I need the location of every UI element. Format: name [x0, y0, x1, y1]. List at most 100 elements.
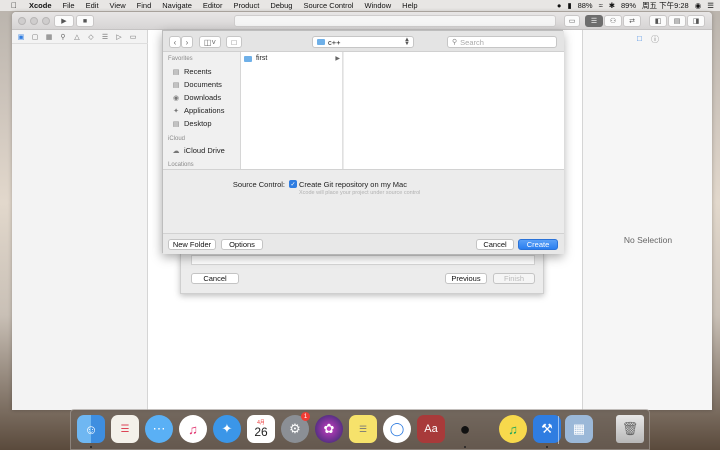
sidebar-item-documents[interactable]: ▤ Documents	[171, 79, 222, 90]
status-item-icon[interactable]: ●	[557, 1, 562, 10]
toggle-inspector-button[interactable]: ◨	[687, 15, 705, 27]
symbol-navigator-icon[interactable]: ▦	[44, 32, 54, 42]
finder-icon[interactable]: ☺	[77, 415, 105, 443]
sidebar-item-recents[interactable]: ▤ Recents	[171, 66, 212, 77]
dock: ☺ ☰ ⋯ ♫ ✦ 4月 26 ⚙ 1 ✿ ☰ ◯ Aa ● ♫ ⚒ ▦ 🗑	[70, 409, 650, 450]
wifi-icon[interactable]: ≈	[599, 1, 603, 10]
run-button[interactable]: ▶	[54, 15, 74, 27]
sidebar-item-icloud-drive[interactable]: ☁ iCloud Drive	[171, 145, 225, 156]
menu-app-name[interactable]: Xcode	[29, 1, 52, 10]
icloud-header: iCloud	[168, 136, 186, 142]
running-indicator	[90, 446, 92, 448]
previous-button[interactable]: Previous	[445, 273, 487, 284]
git-repository-checkbox-label[interactable]: Create Git repository on my Mac	[299, 180, 407, 189]
standard-editor-button[interactable]: ☰	[585, 15, 603, 27]
sidebar-item-applications[interactable]: ✦ Applications	[171, 105, 224, 116]
bluetooth-icon[interactable]: ✱	[609, 1, 615, 10]
new-folder-button[interactable]: New Folder	[168, 239, 216, 250]
reminders-icon[interactable]: ☰	[111, 415, 139, 443]
menu-edit[interactable]: Edit	[86, 1, 99, 10]
favorites-header: Favorites	[168, 56, 193, 62]
search-field[interactable]: ⚲ Search	[447, 36, 557, 48]
chevron-left-icon: ‹	[173, 37, 177, 47]
safari-icon[interactable]: ✦	[213, 415, 241, 443]
trash-icon[interactable]: 🗑	[616, 415, 644, 443]
music-app-icon[interactable]: ♫	[499, 415, 527, 443]
preview-icon[interactable]: ▦	[565, 415, 593, 443]
close-window-button[interactable]	[18, 17, 26, 25]
minimize-window-button[interactable]	[30, 17, 38, 25]
forward-button[interactable]: ›	[181, 36, 193, 48]
git-repository-checkbox[interactable]: ✓	[289, 180, 297, 188]
breakpoint-navigator-icon[interactable]: ▷	[114, 32, 124, 42]
menu-view[interactable]: View	[110, 1, 126, 10]
menu-navigate[interactable]: Navigate	[162, 1, 192, 10]
project-navigator-icon[interactable]: ▣	[16, 32, 26, 42]
xcode-icon[interactable]: ⚒	[533, 415, 561, 443]
menu-window[interactable]: Window	[364, 1, 391, 10]
inspector-pane: □ ⓘ No Selection	[582, 30, 712, 410]
toggle-navigator-button[interactable]: ◧	[649, 15, 667, 27]
list-item-folder[interactable]: first ▶	[244, 54, 340, 63]
menu-find[interactable]: Find	[137, 1, 152, 10]
apple-menu-icon[interactable]: 	[9, 1, 19, 10]
clock[interactable]: 周五 下午9:28	[642, 0, 689, 11]
save-options-area: Source Control: ✓ Create Git repository …	[163, 169, 564, 233]
save-panel-sidebar: Favorites ▤ Recents ▤ Documents ◉ Downlo…	[163, 52, 241, 169]
template-sheet-field	[191, 255, 535, 265]
menu-file[interactable]: File	[63, 1, 75, 10]
user-avatar-icon[interactable]: ◉	[695, 1, 702, 10]
report-navigator-icon[interactable]: ▭	[128, 32, 138, 42]
library-button[interactable]: ▭	[564, 15, 580, 27]
new-folder-toolbar-button[interactable]: □	[226, 36, 242, 48]
siri-icon[interactable]: ✿	[315, 415, 343, 443]
clock-icon: ▤	[172, 68, 180, 76]
zoom-window-button[interactable]	[42, 17, 50, 25]
create-button[interactable]: Create	[518, 239, 558, 250]
options-button[interactable]: Options	[221, 239, 263, 250]
battery-icon[interactable]: ▮	[567, 1, 571, 10]
issue-navigator-icon[interactable]: △	[72, 32, 82, 42]
inspector-panel-icon: ◨	[692, 18, 700, 25]
dictionary-icon[interactable]: Aa	[417, 415, 445, 443]
quicktime-icon[interactable]: ◯	[383, 415, 411, 443]
notification-badge: 1	[301, 412, 310, 421]
save-panel-toolbar: ‹ › ◫˅ □ c++ ▲ ▼ ⚲ Search	[163, 31, 564, 52]
back-button[interactable]: ‹	[169, 36, 181, 48]
qq-icon[interactable]: ●	[451, 415, 479, 443]
sidebar-item-desktop[interactable]: ▤ Desktop	[171, 118, 212, 129]
folder-name: first	[256, 55, 268, 62]
menu-source-control[interactable]: Source Control	[303, 1, 353, 10]
version-editor-button[interactable]: ⇄	[623, 15, 641, 27]
menu-editor[interactable]: Editor	[203, 1, 223, 10]
template-cancel-button[interactable]: Cancel	[191, 273, 239, 284]
menu-help[interactable]: Help	[402, 1, 417, 10]
cancel-button[interactable]: Cancel	[476, 239, 514, 250]
find-navigator-icon[interactable]: ⚲	[58, 32, 68, 42]
source-control-navigator-icon[interactable]: ▢	[30, 32, 40, 42]
location-popup[interactable]: c++ ▲ ▼	[312, 36, 414, 48]
chevron-right-icon: ›	[185, 37, 189, 47]
file-inspector-icon[interactable]: □	[637, 34, 647, 44]
stop-button[interactable]: ■	[76, 15, 94, 27]
itunes-icon[interactable]: ♫	[179, 415, 207, 443]
stickies-icon[interactable]: ☰	[349, 415, 377, 443]
disclosure-arrow-icon: ▶	[335, 56, 340, 62]
messages-icon[interactable]: ⋯	[145, 415, 173, 443]
test-navigator-icon[interactable]: ◇	[86, 32, 96, 42]
calendar-icon[interactable]: 4月 26	[247, 415, 275, 443]
activity-viewer	[234, 15, 556, 27]
notification-center-icon[interactable]: ☰	[707, 1, 714, 10]
dock-separator	[558, 416, 559, 444]
sidebar-item-downloads[interactable]: ◉ Downloads	[171, 92, 221, 103]
toggle-debug-area-button[interactable]: ▤	[668, 15, 686, 27]
view-mode-button[interactable]: ◫˅	[199, 36, 221, 48]
version-editor-icon: ⇄	[629, 18, 635, 25]
running-indicator	[546, 446, 548, 448]
debug-navigator-icon[interactable]: ☰	[100, 32, 110, 42]
quick-help-icon[interactable]: ⓘ	[651, 34, 661, 44]
assistant-editor-button[interactable]: ⚇	[604, 15, 622, 27]
system-preferences-icon[interactable]: ⚙ 1	[281, 412, 310, 443]
menu-debug[interactable]: Debug	[270, 1, 292, 10]
menu-product[interactable]: Product	[233, 1, 259, 10]
